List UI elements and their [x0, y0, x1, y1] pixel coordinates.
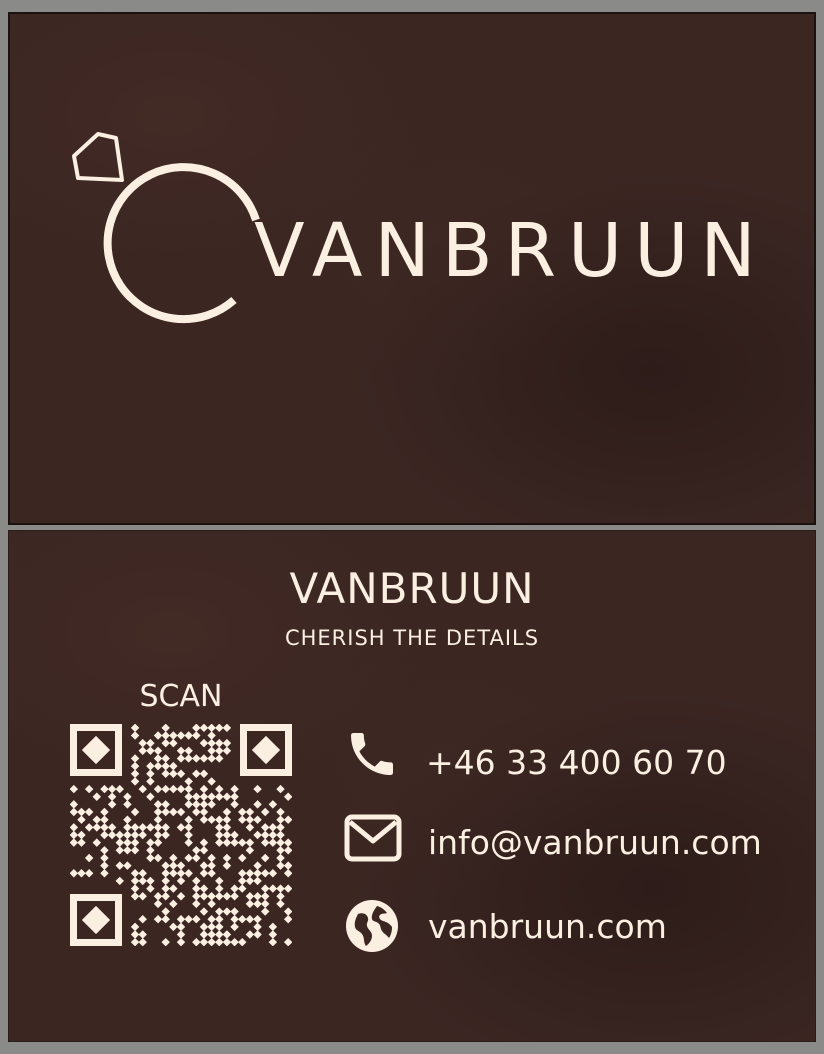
mail-icon [344, 814, 402, 862]
qr-finder-top-right [240, 724, 292, 776]
brand-wordmark: VANBRUUN [254, 208, 768, 294]
qr-code[interactable] [70, 724, 292, 946]
qr-finder-bottom-left [70, 894, 122, 946]
email-address[interactable]: info@vanbruun.com [428, 826, 762, 859]
company-name: VANBRUUN [289, 564, 535, 613]
globe-icon [346, 900, 398, 952]
ring-arc [103, 163, 260, 324]
diamond-icon [72, 132, 124, 182]
qr-finder-top-left [70, 724, 122, 776]
website-url[interactable]: vanbruun.com [428, 910, 667, 943]
ring-logo-icon [72, 132, 260, 324]
scan-label: SCAN [139, 679, 223, 714]
phone-icon [351, 733, 393, 775]
tagline: CHERISH THE DETAILS [284, 626, 540, 650]
phone-number[interactable]: +46 33 400 60 70 [426, 746, 727, 779]
